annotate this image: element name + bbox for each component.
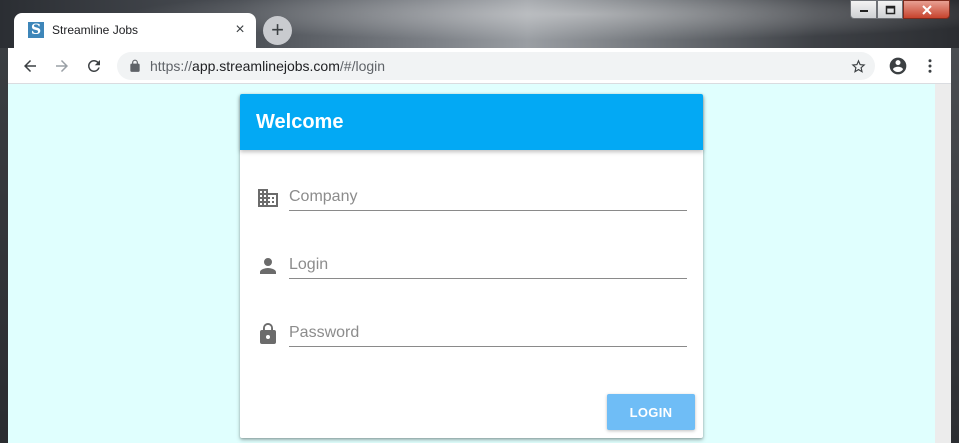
login-card-header: Welcome (240, 94, 703, 150)
url-scheme: https:// (150, 58, 193, 74)
account-circle-icon (889, 57, 907, 75)
page-scrollbar[interactable] (935, 84, 951, 443)
tab-close-icon[interactable]: × (232, 21, 248, 39)
url-host: app.streamlinejobs.com (192, 58, 340, 74)
page-viewport: Welcome LOGIN (8, 84, 935, 443)
reload-icon (87, 59, 100, 72)
browser-toolbar: https://app.streamlinejobs.com/#/login (8, 48, 951, 84)
restore-icon (885, 5, 896, 14)
reload-button[interactable] (82, 54, 106, 78)
minimize-button[interactable] (850, 0, 877, 19)
close-window-icon (921, 4, 932, 15)
login-card: Welcome LOGIN (240, 94, 703, 438)
page-title: Welcome (256, 111, 344, 133)
window-frame-left (0, 48, 8, 443)
arrow-back-icon (24, 60, 36, 72)
streamline-favicon-icon: S (28, 22, 44, 38)
arrow-forward-icon (56, 60, 68, 72)
url-text[interactable]: https://app.streamlinejobs.com/#/login (150, 58, 385, 74)
browser-menu-button[interactable] (918, 54, 942, 78)
browser-tab[interactable]: S Streamline Jobs × (14, 13, 256, 48)
restore-button[interactable] (877, 0, 903, 19)
address-bar[interactable]: https://app.streamlinejobs.com/#/login (117, 52, 875, 80)
close-window-button[interactable] (903, 0, 950, 19)
url-path: /#/login (339, 58, 386, 74)
login-field (256, 251, 687, 281)
tab-title: Streamline Jobs (52, 23, 139, 37)
profile-button[interactable] (886, 54, 910, 78)
back-button[interactable] (18, 54, 42, 78)
login-button[interactable]: LOGIN (607, 394, 695, 430)
password-input[interactable] (289, 319, 687, 347)
password-field (256, 319, 687, 349)
person-icon (260, 258, 276, 274)
company-field (256, 183, 687, 213)
star-icon[interactable] (850, 58, 867, 75)
building-icon (258, 189, 278, 207)
more-vert-icon (928, 59, 932, 73)
forward-button[interactable] (50, 54, 74, 78)
login-input[interactable] (289, 251, 687, 279)
new-tab-button[interactable]: + (263, 16, 292, 45)
minimize-icon (859, 9, 868, 12)
window-frame-right (951, 48, 959, 443)
company-input[interactable] (289, 183, 687, 211)
lock-icon[interactable] (128, 59, 142, 73)
window-controls (850, 0, 950, 20)
lock-icon (260, 323, 276, 344)
